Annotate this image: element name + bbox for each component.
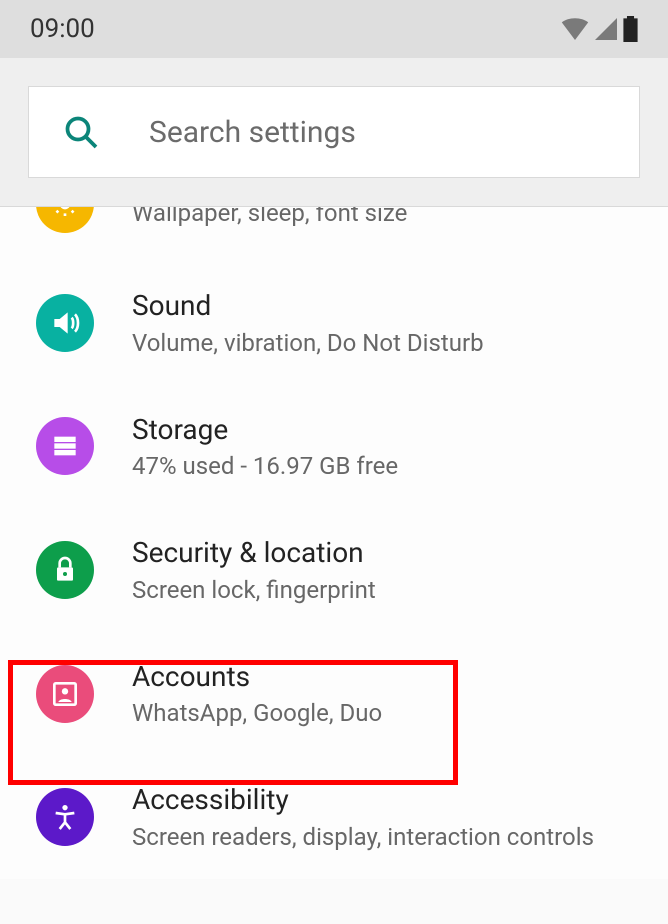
row-subtitle: Volume, vibration, Do Not Disturb — [132, 329, 484, 357]
row-text: Wallpaper, sleep, font size — [132, 207, 407, 227]
status-bar: 09:00 — [0, 0, 668, 58]
row-text: Accessibility Screen readers, display, i… — [132, 783, 594, 851]
row-text: Accounts WhatsApp, Google, Duo — [132, 660, 382, 728]
search-placeholder: Search settings — [149, 115, 356, 150]
settings-list[interactable]: Wallpaper, sleep, font size Sound Volume… — [0, 207, 668, 879]
row-title: Storage — [132, 413, 398, 447]
row-title: Security & location — [132, 536, 376, 570]
search-box[interactable]: Search settings — [28, 86, 640, 178]
row-title: Accounts — [132, 660, 382, 694]
wifi-icon — [561, 18, 589, 40]
row-text: Security & location Screen lock, fingerp… — [132, 536, 376, 604]
status-icons — [561, 16, 638, 42]
lock-icon — [36, 541, 94, 599]
row-subtitle: Wallpaper, sleep, font size — [132, 207, 407, 227]
row-subtitle: WhatsApp, Google, Duo — [132, 699, 382, 727]
row-subtitle: Screen lock, fingerprint — [132, 576, 376, 604]
display-icon — [36, 207, 94, 233]
row-text: Storage 47% used - 16.97 GB free — [132, 413, 398, 481]
account-icon — [36, 665, 94, 723]
accessibility-icon — [36, 788, 94, 846]
search-area: Search settings — [0, 58, 668, 207]
battery-icon — [623, 16, 638, 42]
row-title: Sound — [132, 289, 484, 323]
row-subtitle: 47% used - 16.97 GB free — [132, 452, 398, 480]
row-subtitle: Screen readers, display, interaction con… — [132, 823, 594, 851]
settings-item-security[interactable]: Security & location Screen lock, fingerp… — [0, 508, 668, 632]
status-time: 09:00 — [30, 14, 95, 44]
sound-icon — [36, 294, 94, 352]
search-icon — [63, 114, 99, 150]
settings-item-accessibility[interactable]: Accessibility Screen readers, display, i… — [0, 755, 668, 879]
settings-item-sound[interactable]: Sound Volume, vibration, Do Not Disturb — [0, 261, 668, 385]
settings-item-storage[interactable]: Storage 47% used - 16.97 GB free — [0, 385, 668, 509]
storage-icon — [36, 417, 94, 475]
signal-icon — [595, 18, 617, 40]
settings-item-display[interactable]: Wallpaper, sleep, font size — [0, 207, 668, 261]
row-title: Accessibility — [132, 783, 594, 817]
row-text: Sound Volume, vibration, Do Not Disturb — [132, 289, 484, 357]
settings-item-accounts[interactable]: Accounts WhatsApp, Google, Duo — [0, 632, 668, 756]
